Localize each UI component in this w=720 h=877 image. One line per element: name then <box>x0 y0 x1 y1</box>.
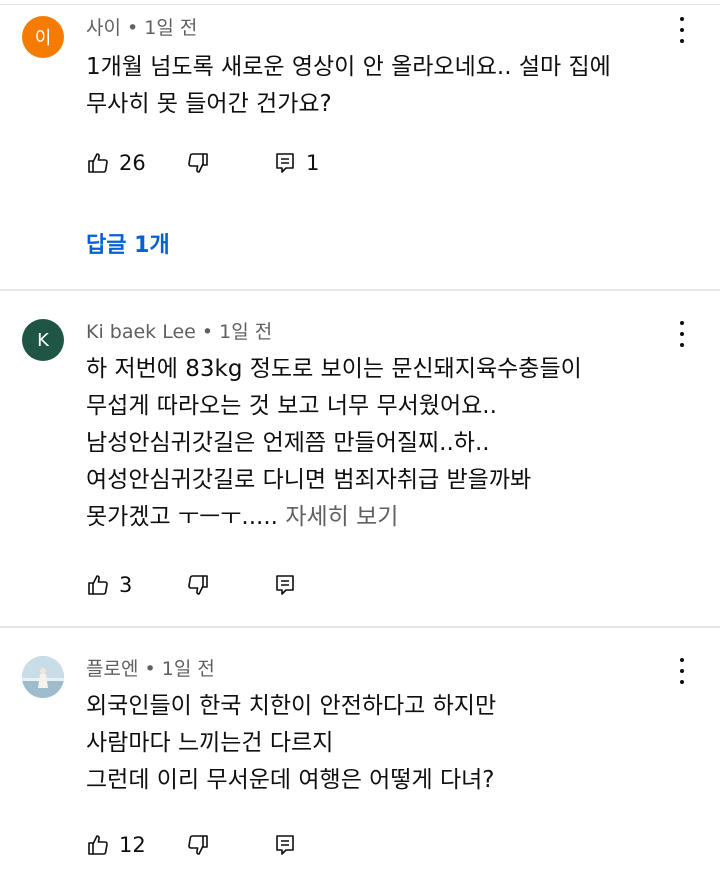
like-count: 12 <box>119 833 146 857</box>
more-options-icon[interactable] <box>678 321 686 347</box>
more-options-icon[interactable] <box>678 658 686 684</box>
reply-button[interactable] <box>273 830 297 860</box>
reply-icon <box>276 575 294 595</box>
reply-icon <box>276 835 294 855</box>
like-button[interactable]: 3 <box>86 570 132 600</box>
reply-count: 1 <box>306 151 320 175</box>
avatar[interactable]: K <box>22 319 64 361</box>
author-name[interactable]: Ki baek Lee <box>86 321 196 343</box>
comment-time[interactable]: 1일 전 <box>144 17 197 39</box>
avatar[interactable]: 이 <box>22 16 64 58</box>
avatar-initial: K <box>37 329 49 351</box>
comment-time[interactable]: 1일 전 <box>162 658 215 680</box>
comment-line: 무섭게 따라오는 것 보고 너무 무서웠어요.. <box>86 393 497 419</box>
author-name[interactable]: 플로엔 <box>86 658 138 680</box>
avatar-initial: 이 <box>34 28 52 49</box>
comment-line: 1개월 넘도록 새로운 영상이 안 올라오네요.. 설마 집에 <box>86 54 611 80</box>
comment-line: 외국인들이 한국 치한이 안전하다고 하지만 <box>86 693 497 719</box>
dislike-button[interactable] <box>186 148 210 178</box>
comment-text: 하 저번에 83kg 정도로 보이는 문신돼지육수충들이 무섭게 따라오는 것 … <box>86 351 686 536</box>
comment-meta: 사이 • 1일 전 <box>86 16 197 40</box>
like-button[interactable]: 12 <box>86 830 146 860</box>
comment-line: 사람마다 느끼는건 다르지 <box>86 730 334 756</box>
comment-line: 남성안심귀갓길은 언제쯤 만들어질찌..하.. <box>86 430 490 456</box>
view-replies-link[interactable]: 답글 1개 <box>86 227 170 259</box>
thumbs-up-icon <box>88 835 108 855</box>
comment-time[interactable]: 1일 전 <box>219 321 272 343</box>
meta-separator: • <box>127 17 139 39</box>
avatar[interactable] <box>22 656 64 698</box>
reply-button[interactable] <box>273 570 297 600</box>
author-name[interactable]: 사이 <box>86 17 121 39</box>
like-count: 26 <box>119 151 146 175</box>
like-button[interactable]: 26 <box>86 148 146 178</box>
comment-meta: 플로엔 • 1일 전 <box>86 657 215 681</box>
comment-line-text: 못가겠고 ㅜㅡㅜ..... <box>86 504 278 530</box>
reply-icon <box>276 153 294 173</box>
comment-line-last: 못가겠고 ㅜㅡㅜ..... 자세히 보기 <box>86 499 686 536</box>
thumbs-down-icon <box>188 835 208 855</box>
comment-line: 하 저번에 83kg 정도로 보이는 문신돼지육수충들이 <box>86 356 582 382</box>
comment-line: 여성안심귀갓길로 다니면 범죄자취급 받을까봐 <box>86 467 532 493</box>
thumbs-up-icon <box>88 575 108 595</box>
comment-divider <box>0 289 720 291</box>
comment-meta: Ki baek Lee • 1일 전 <box>86 320 272 344</box>
comment-line: 무사히 못 들어간 건가요? <box>86 91 332 117</box>
avatar-photo <box>22 656 64 698</box>
read-more-link[interactable]: 자세히 보기 <box>285 504 398 530</box>
more-options-icon[interactable] <box>678 17 686 43</box>
comment-text: 1개월 넘도록 새로운 영상이 안 올라오네요.. 설마 집에 무사히 못 들어… <box>86 49 686 123</box>
top-divider <box>0 4 720 5</box>
meta-separator: • <box>201 321 214 343</box>
dislike-button[interactable] <box>186 830 210 860</box>
thumbs-down-icon <box>188 575 208 595</box>
comment-line: 그런데 이리 무서운데 여행은 어떻게 다녀? <box>86 767 495 793</box>
reply-button[interactable]: 1 <box>273 148 319 178</box>
comment-text: 외국인들이 한국 치한이 안전하다고 하지만 사람마다 느끼는건 다르지 그런데… <box>86 688 686 799</box>
comment-divider <box>0 626 720 628</box>
thumbs-down-icon <box>188 153 208 173</box>
thumbs-up-icon <box>88 153 108 173</box>
dislike-button[interactable] <box>186 570 210 600</box>
meta-separator: • <box>144 658 156 680</box>
like-count: 3 <box>119 573 133 597</box>
